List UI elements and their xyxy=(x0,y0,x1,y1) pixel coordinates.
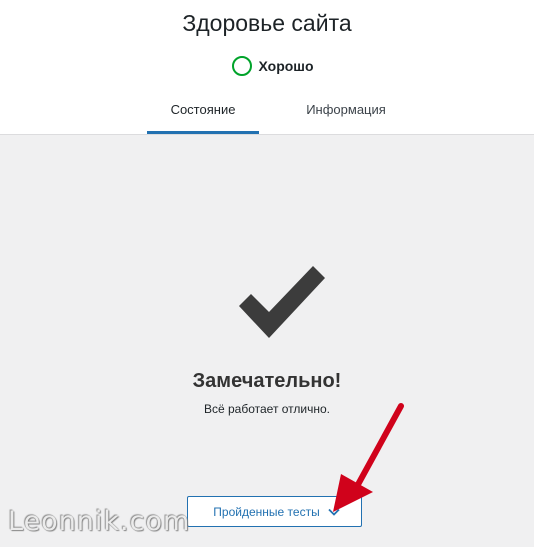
status-indicator: Хорошо xyxy=(0,56,534,76)
checkmark-icon xyxy=(239,266,325,338)
success-title: Замечательно! xyxy=(192,370,342,392)
annotation-arrow-icon xyxy=(333,403,404,512)
watermark: Leonnik.com xyxy=(8,506,191,537)
tab-status[interactable]: Состояние xyxy=(147,88,259,134)
site-health-header: Здоровье сайта Хорошо Состояние Информац… xyxy=(0,0,534,135)
status-label: Хорошо xyxy=(258,58,314,74)
tab-info[interactable]: Информация xyxy=(290,88,402,134)
page-title: Здоровье сайта xyxy=(182,10,352,36)
status-circle-icon xyxy=(232,56,253,76)
passed-tests-label: Пройденные тесты xyxy=(213,504,320,519)
success-description: Всё работает отлично. xyxy=(203,402,331,416)
tabs: Состояние Информация xyxy=(0,88,534,134)
